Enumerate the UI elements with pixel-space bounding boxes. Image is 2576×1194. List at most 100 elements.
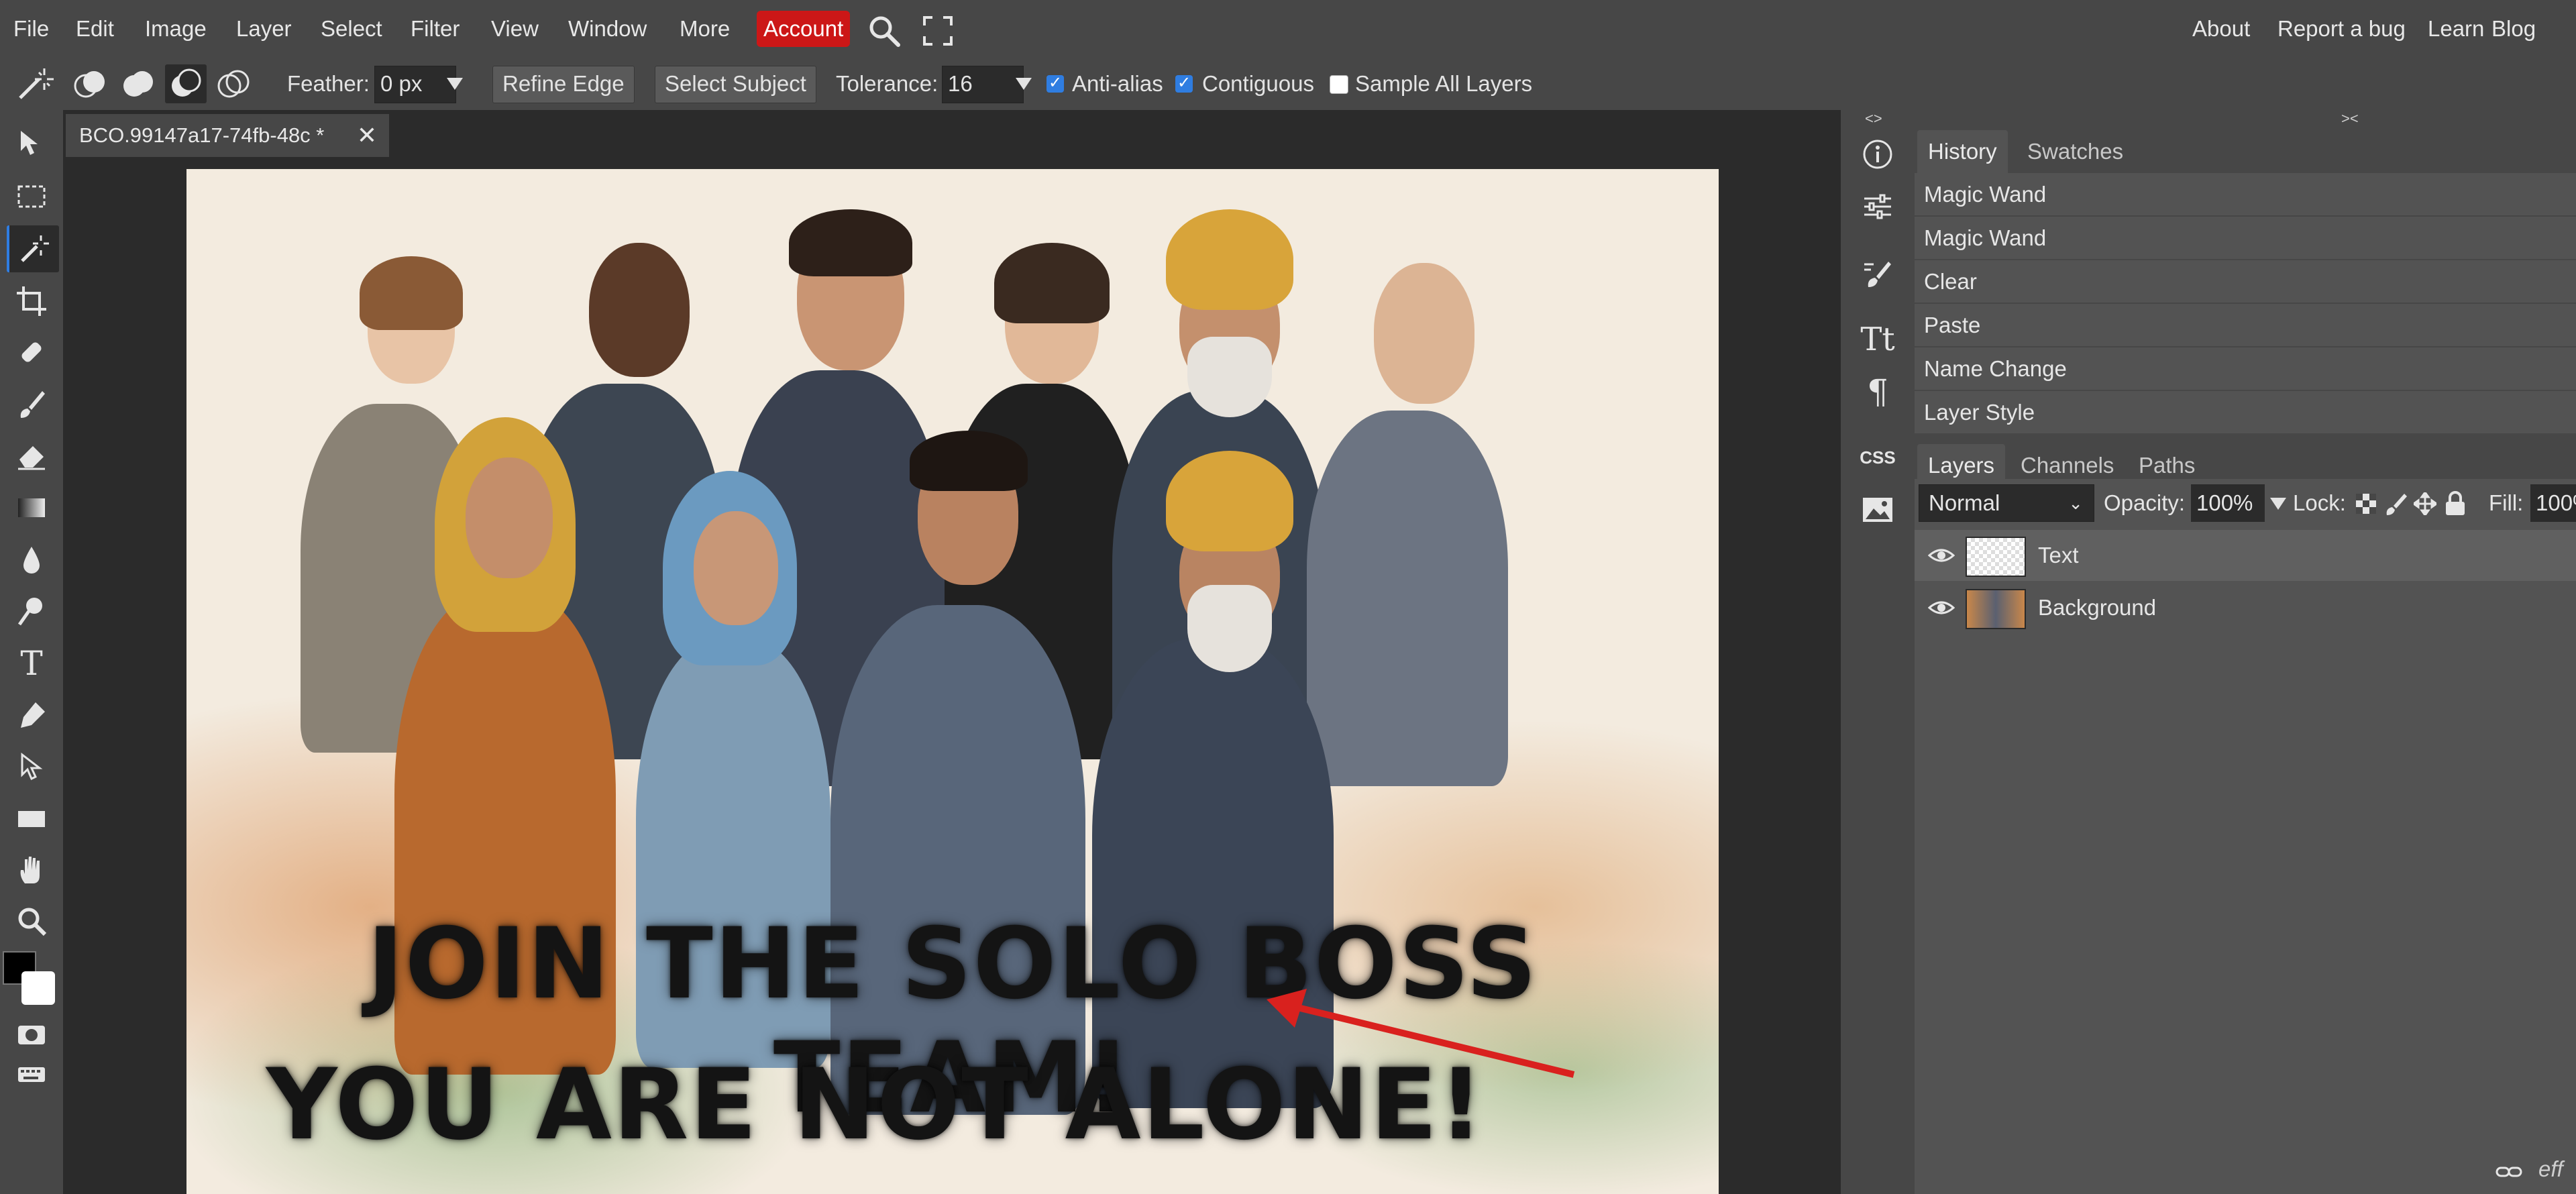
magic-wand-icon[interactable] [15, 66, 55, 102]
brush-tool-icon[interactable] [7, 381, 56, 428]
tab-swatches[interactable]: Swatches [2017, 130, 2134, 173]
layer-name: Text [2038, 543, 2079, 567]
lock-paint-icon[interactable] [2384, 492, 2407, 515]
sample-all-layers-label: Sample All Layers [1355, 71, 1533, 96]
magic-wand-tool-icon[interactable] [7, 225, 59, 272]
refine-edge-button[interactable]: Refine Edge [492, 66, 635, 103]
menu-learn[interactable]: Learn [2428, 0, 2484, 58]
tolerance-dropdown-icon[interactable] [1016, 78, 1032, 90]
feather-input[interactable]: 0 px [374, 66, 456, 103]
fullscreen-icon[interactable] [923, 16, 953, 46]
info-icon[interactable] [1853, 130, 1902, 178]
menu-edit[interactable]: Edit [76, 0, 114, 58]
paragraph-icon[interactable]: ¶ [1853, 368, 1902, 416]
menu-view[interactable]: View [491, 0, 539, 58]
layer-name: Background [2038, 595, 2157, 620]
layers-panel: Normal ⌄ Opacity: 100% Lock: Fill: 100% … [1915, 479, 2576, 1194]
search-icon[interactable] [867, 13, 902, 48]
selection-new-icon[interactable] [72, 67, 109, 101]
opacity-label: Opacity: [2104, 490, 2186, 515]
fill-label: Fill: [2489, 490, 2524, 515]
menu-more[interactable]: More [680, 0, 730, 58]
layer-row-text[interactable]: Text [1915, 530, 2576, 581]
feather-dropdown-icon[interactable] [447, 78, 463, 90]
document-tab-title: BCO.99147a17-74fb-48c * [79, 123, 325, 147]
layer-row-background[interactable]: Background [1915, 582, 2576, 633]
history-tabs: History Swatches [1915, 122, 2576, 173]
layer-thumbnail-text [1966, 537, 2026, 577]
fill-input[interactable]: 100% [2530, 484, 2576, 522]
pen-tool-icon[interactable] [7, 692, 56, 739]
history-item[interactable]: Magic Wand [1915, 217, 2576, 260]
red-arrow-annotation [1267, 989, 1575, 1078]
contiguous-label: Contiguous [1202, 71, 1314, 96]
selection-subtract-icon[interactable] [165, 64, 207, 103]
image-canvas[interactable]: JOIN THE SOLO BOSS TEAM! YOU ARE NOT ALO… [186, 169, 1719, 1194]
menu-file[interactable]: File [13, 0, 49, 58]
tolerance-input[interactable]: 16 [942, 66, 1024, 103]
document-tab[interactable]: BCO.99147a17-74fb-48c * ✕ [66, 114, 389, 157]
menu-about[interactable]: About [2192, 0, 2250, 58]
lock-transparency-icon[interactable] [2356, 494, 2376, 514]
dodge-tool-icon[interactable] [7, 588, 56, 635]
history-item[interactable]: Clear [1915, 260, 2576, 303]
adjustments-icon[interactable] [1853, 182, 1902, 231]
selection-add-icon[interactable] [121, 67, 157, 101]
zoom-tool-icon[interactable] [7, 898, 56, 944]
menu-image[interactable]: Image [145, 0, 207, 58]
opacity-dropdown-icon[interactable] [2270, 498, 2286, 510]
sample-all-layers-checkbox[interactable] [1330, 75, 1348, 94]
contiguous-checkbox[interactable] [1175, 73, 1193, 93]
opacity-input[interactable]: 100% [2191, 484, 2265, 522]
crop-tool-icon[interactable] [7, 278, 56, 325]
shape-tool-icon[interactable] [7, 796, 56, 843]
selection-intersect-icon[interactable] [216, 67, 252, 101]
tolerance-label: Tolerance: [836, 71, 938, 96]
tab-history[interactable]: History [1917, 130, 2008, 173]
lock-all-icon[interactable] [2445, 491, 2466, 515]
blend-mode-select[interactable]: Normal ⌄ [1919, 484, 2094, 522]
history-item[interactable]: Paste [1915, 304, 2576, 347]
character-icon[interactable]: Tt [1853, 315, 1902, 364]
type-tool-icon[interactable]: T [7, 640, 56, 687]
panel-icon-column: <> Tt ¶ CSS [1841, 110, 1915, 1194]
tools-panel: T [0, 110, 63, 1194]
blur-tool-icon[interactable] [7, 537, 56, 584]
keyboard-icon[interactable] [7, 1050, 56, 1097]
background-color-swatch[interactable] [21, 971, 55, 1005]
menu-window[interactable]: Window [568, 0, 647, 58]
history-item[interactable]: Name Change [1915, 347, 2576, 390]
brush-settings-icon[interactable] [1853, 251, 1902, 299]
hand-tool-icon[interactable] [7, 847, 56, 893]
lock-move-icon[interactable] [2412, 490, 2438, 517]
collapse-toggle-icon[interactable]: <> [1865, 110, 1882, 127]
chevron-down-icon: ⌄ [2068, 493, 2083, 513]
healing-brush-icon[interactable] [7, 329, 56, 376]
eraser-tool-icon[interactable] [7, 432, 56, 479]
effects-label[interactable]: eff [2538, 1156, 2563, 1182]
path-select-icon[interactable] [7, 743, 56, 790]
menu-select[interactable]: Select [321, 0, 382, 58]
css-icon[interactable]: CSS [1853, 433, 1902, 482]
menu-bar: File Edit Image Layer Select Filter View… [0, 0, 2576, 58]
menu-report-bug[interactable]: Report a bug [2277, 0, 2406, 58]
menu-blog[interactable]: Blog [2491, 0, 2536, 58]
image-icon[interactable] [1853, 486, 1902, 534]
select-subject-button[interactable]: Select Subject [655, 66, 816, 103]
visibility-eye-icon[interactable] [1927, 582, 1956, 653]
feather-label: Feather: [287, 71, 370, 96]
history-item[interactable]: Layer Style [1915, 391, 2576, 434]
marquee-tool-icon[interactable] [7, 173, 56, 220]
tool-options-bar: Feather: 0 px Refine Edge Select Subject… [0, 58, 2576, 110]
anti-alias-label: Anti-alias [1072, 71, 1163, 96]
close-icon[interactable]: ✕ [357, 114, 377, 157]
anti-alias-checkbox[interactable] [1046, 73, 1064, 93]
menu-layer[interactable]: Layer [236, 0, 292, 58]
right-panels: >< History Swatches Magic Wand Magic Wan… [1915, 110, 2576, 1194]
link-icon[interactable] [2496, 1162, 2522, 1182]
move-tool-icon[interactable] [7, 121, 56, 168]
menu-filter[interactable]: Filter [411, 0, 460, 58]
history-item[interactable]: Magic Wand [1915, 173, 2576, 216]
gradient-tool-icon[interactable] [7, 484, 56, 531]
account-button[interactable]: Account [757, 11, 851, 47]
